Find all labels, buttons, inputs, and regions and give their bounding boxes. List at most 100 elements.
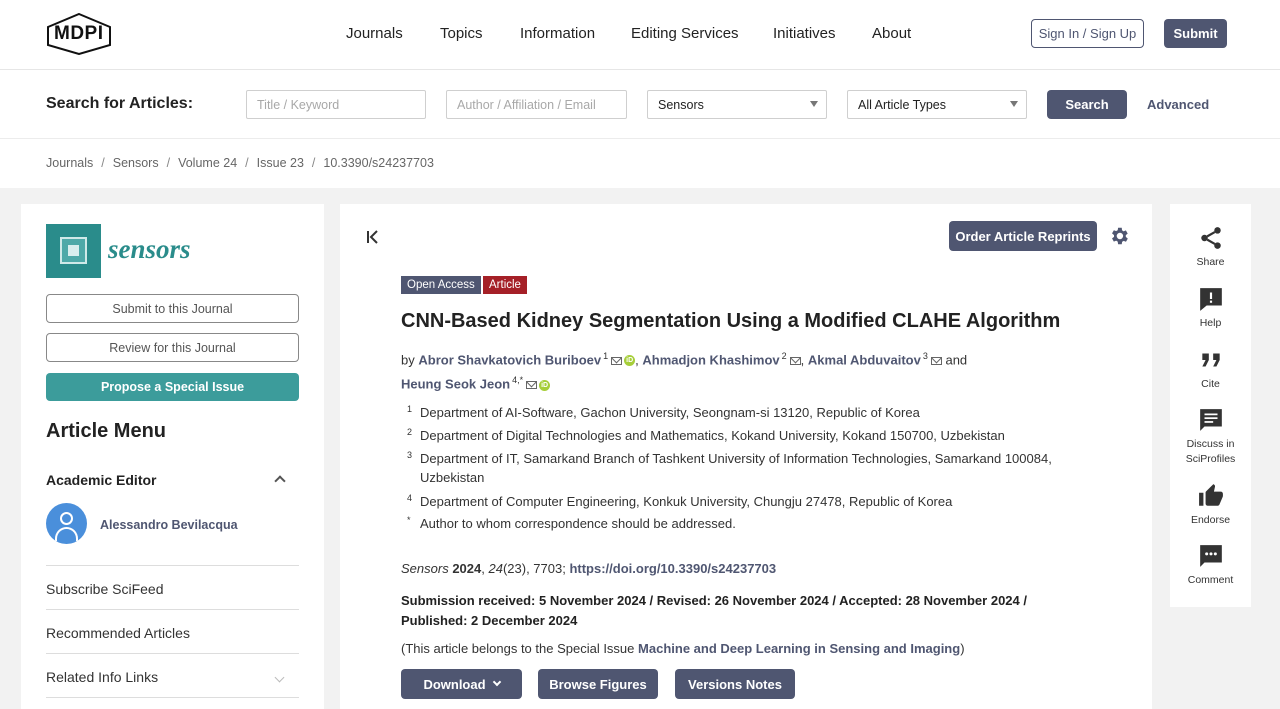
- browse-figures-button[interactable]: Browse Figures: [538, 669, 658, 699]
- endorse-icon: [1198, 484, 1223, 506]
- affiliation-text: Department of Digital Technologies and M…: [420, 428, 1005, 443]
- breadcrumb-doi[interactable]: 10.3390/s24237703: [323, 156, 434, 170]
- logo-text: MDPI: [54, 23, 104, 44]
- author-link[interactable]: Ahmadjon Khashimov: [642, 352, 779, 367]
- endorse-label: Endorse: [1190, 514, 1231, 526]
- download-button[interactable]: Download: [401, 669, 522, 699]
- editor-name-link[interactable]: Alessandro Bevilacqua: [100, 518, 238, 532]
- breadcrumb-separator: /: [245, 156, 249, 170]
- journal-select[interactable]: Sensors: [647, 90, 827, 119]
- nav-topics[interactable]: Topics: [440, 25, 483, 42]
- article-type-select[interactable]: All Article Types: [847, 90, 1027, 119]
- search-button[interactable]: Search: [1047, 90, 1127, 119]
- article-type-badge: Article: [483, 276, 527, 294]
- author-affiliation-sup: 2: [781, 351, 787, 361]
- nav-journals[interactable]: Journals: [346, 25, 403, 42]
- special-issue-link[interactable]: Machine and Deep Learning in Sensing and…: [638, 641, 960, 656]
- doi-link[interactable]: https://doi.org/10.3390/s24237703: [569, 561, 776, 576]
- collapse-sidebar-icon[interactable]: [365, 229, 381, 245]
- subscribe-scifeed-link[interactable]: Subscribe SciFeed: [46, 581, 299, 597]
- breadcrumb-sensors[interactable]: Sensors: [113, 156, 159, 170]
- nav-editing-services[interactable]: Editing Services: [631, 25, 739, 42]
- affiliation-number: 3: [407, 450, 413, 460]
- submit-to-journal-button[interactable]: Submit to this Journal: [46, 294, 299, 323]
- endorse-tool[interactable]: Endorse: [1170, 483, 1251, 528]
- email-icon[interactable]: [789, 356, 801, 365]
- nav-information[interactable]: Information: [520, 25, 595, 42]
- chevron-up-icon[interactable]: [274, 475, 286, 487]
- submit-button[interactable]: Submit: [1164, 19, 1227, 48]
- email-icon[interactable]: [611, 356, 623, 365]
- right-toolbar: Share Help Cite Discuss in SciProfiles E…: [1170, 204, 1251, 607]
- breadcrumb-separator: /: [166, 156, 171, 170]
- affiliation-number: 2: [407, 427, 413, 437]
- by-label: by: [401, 352, 415, 368]
- affiliation-text: Department of IT, Samarkand Branch of Ta…: [420, 451, 1052, 485]
- author-affiliation-sup: 4,*: [512, 375, 524, 386]
- title-keyword-input[interactable]: Title / Keyword: [246, 90, 426, 119]
- academic-editor-heading[interactable]: Academic Editor: [46, 472, 156, 488]
- help-icon: [1199, 288, 1222, 311]
- author-link[interactable]: Akmal Abduvaitov: [808, 352, 921, 367]
- cite-tool[interactable]: Cite: [1170, 347, 1251, 392]
- propose-special-issue-button[interactable]: Propose a Special Issue: [46, 373, 299, 401]
- author-affiliation-input[interactable]: Author / Affiliation / Email: [446, 90, 627, 119]
- citation-year: 2024: [452, 561, 482, 576]
- related-info-links[interactable]: Related Info Links: [46, 669, 299, 685]
- divider: [46, 697, 299, 698]
- gear-icon[interactable]: [1108, 225, 1130, 247]
- nav-about[interactable]: About: [872, 25, 911, 42]
- email-icon[interactable]: [526, 381, 538, 390]
- citation-journal: Sensors: [401, 561, 449, 576]
- author-list: by Abror Shavkatovich Buriboev 1 iD, Ahmad…: [401, 351, 968, 392]
- help-tool[interactable]: Help: [1170, 286, 1251, 331]
- journal-name[interactable]: sensors: [108, 234, 191, 265]
- avatar-head: [60, 512, 73, 525]
- top-navigation: MDPI Journals Topics Information Editing…: [0, 0, 1280, 70]
- breadcrumb-volume[interactable]: Volume 24: [178, 156, 237, 170]
- affiliation-number: *: [407, 515, 411, 525]
- breadcrumb: Journals / Sensors / Volume 24 / Issue 2…: [46, 156, 434, 170]
- mdpi-logo[interactable]: MDPI: [46, 12, 112, 56]
- breadcrumb-journals[interactable]: Journals: [46, 156, 93, 170]
- advanced-search-link[interactable]: Advanced: [1147, 97, 1209, 112]
- article-main: Order Article Reprints Open Access Artic…: [340, 204, 1152, 709]
- sensors-chip-icon[interactable]: [46, 224, 101, 278]
- affiliation-number: 4: [407, 493, 413, 503]
- help-label: Help: [1199, 317, 1222, 329]
- email-icon[interactable]: [930, 356, 942, 365]
- breadcrumb-separator: /: [311, 156, 316, 170]
- article-search-bar: Search for Articles: Title / Keyword Aut…: [0, 70, 1280, 139]
- article-menu-heading: Article Menu: [46, 420, 167, 442]
- recommended-articles-link[interactable]: Recommended Articles: [46, 625, 299, 641]
- share-label: Share: [1196, 256, 1225, 268]
- special-issue-prefix: (This article belongs to the Special Iss…: [401, 641, 635, 656]
- discuss-label: Discuss in SciProfiles: [1185, 438, 1236, 465]
- review-for-journal-button[interactable]: Review for this Journal: [46, 333, 299, 362]
- avatar-body: [55, 527, 78, 541]
- share-icon: [1200, 227, 1221, 249]
- author-link[interactable]: Heung Seok Jeon: [401, 377, 510, 392]
- author-link[interactable]: Abror Shavkatovich Buriboev: [418, 352, 601, 367]
- breadcrumb-issue[interactable]: Issue 23: [257, 156, 304, 170]
- versions-notes-button[interactable]: Versions Notes: [675, 669, 795, 699]
- share-tool[interactable]: Share: [1170, 225, 1251, 270]
- orcid-icon[interactable]: iD: [539, 379, 551, 391]
- affiliation-text: Author to whom correspondence should be …: [420, 516, 736, 531]
- sign-in-button[interactable]: Sign In / Sign Up: [1031, 19, 1144, 48]
- publication-dates: Submission received: 5 November 2024 / R…: [401, 593, 1027, 628]
- orcid-icon[interactable]: iD: [624, 355, 636, 367]
- journal-select-value: Sensors: [658, 97, 704, 112]
- author-affiliation-sup: 3: [922, 351, 928, 361]
- discuss-tool[interactable]: Discuss in SciProfiles: [1170, 407, 1251, 467]
- order-reprints-button[interactable]: Order Article Reprints: [949, 221, 1097, 251]
- affiliation-text: Department of AI-Software, Gachon Univer…: [420, 405, 920, 420]
- dropdown-caret-icon: [1010, 101, 1018, 107]
- and-label: and: [945, 352, 968, 368]
- discuss-icon: [1199, 409, 1222, 431]
- nav-initiatives[interactable]: Initiatives: [773, 25, 836, 42]
- comment-tool[interactable]: Comment: [1170, 543, 1251, 588]
- divider: [46, 609, 299, 610]
- chevron-down-icon: [492, 677, 501, 687]
- affiliation-item: 2 Department of Digital Technologies and …: [401, 426, 1091, 445]
